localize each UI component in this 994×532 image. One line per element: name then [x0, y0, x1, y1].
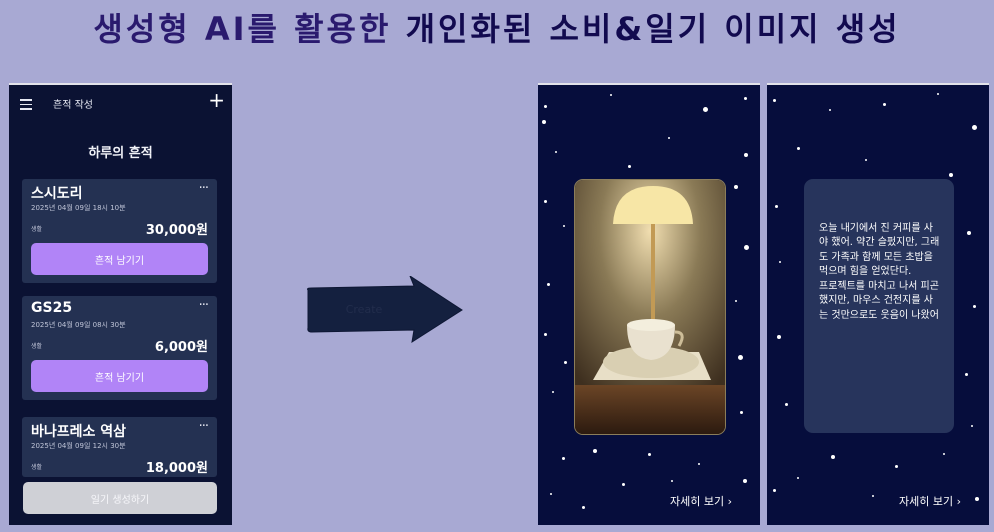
- expense-card[interactable]: 스시도리 ··· 2025년 04월 09일 18시 10분 생활 30,000…: [22, 179, 217, 283]
- left-phone-screen: 흔적 작성 + 하루의 흔적 스시도리 ··· 2025년 04월 09일 18…: [9, 83, 232, 525]
- expense-category: 생활: [31, 226, 43, 233]
- expense-card[interactable]: 바나프레소 역삼 ··· 2025년 04월 09일 12시 30분 생활 18…: [22, 417, 217, 477]
- menu-icon[interactable]: [20, 99, 32, 113]
- topbar-title: 흔적 작성: [53, 100, 93, 111]
- page-headline: 생성형 AI를 활용한 개인화된 소비&일기 이미지 생성: [0, 4, 994, 50]
- expense-date: 2025년 04월 09일 18시 10분: [31, 204, 126, 212]
- section-title: 하루의 흔적: [88, 146, 153, 161]
- diary-image-screen: 자세히 보기 ›: [538, 83, 760, 525]
- expense-amount: 6,000원: [154, 340, 208, 355]
- more-icon[interactable]: ···: [199, 298, 209, 313]
- expense-date: 2025년 04월 09일 08시 30분: [31, 321, 126, 329]
- top-bar: 흔적 작성 +: [9, 85, 232, 123]
- expense-amount: 18,000원: [145, 461, 208, 476]
- more-icon[interactable]: ···: [199, 419, 209, 434]
- view-details-link[interactable]: 자세히 보기 ›: [670, 493, 732, 509]
- expense-category: 생활: [31, 343, 43, 350]
- expense-date: 2025년 04월 09일 12시 30분: [31, 442, 126, 450]
- leave-trace-button[interactable]: 흔적 남기기: [31, 360, 208, 392]
- expense-card[interactable]: GS25 ··· 2025년 04월 09일 08시 30분 생활 6,000원…: [22, 296, 217, 400]
- view-details-link[interactable]: 자세히 보기 ›: [899, 493, 961, 509]
- headline-part1: 생성형 AI를 활용한: [93, 10, 406, 48]
- headline-part2: 개인화된 소비&일기 이미지 생성: [405, 10, 901, 48]
- generated-diary-image: [574, 179, 726, 435]
- merchant-name: GS25: [31, 300, 73, 316]
- merchant-name: 스시도리: [31, 186, 83, 202]
- arrow-label: Create: [346, 303, 383, 316]
- more-icon[interactable]: ···: [199, 181, 209, 196]
- diary-text-card: 오늘 내기에서 진 커피를 사야 했어. 약간 슬펐지만, 그래도 가족과 함께…: [804, 179, 954, 433]
- expense-amount: 30,000원: [145, 223, 208, 238]
- add-icon[interactable]: +: [208, 90, 225, 110]
- diary-text: 오늘 내기에서 진 커피를 사야 했어. 약간 슬펐지만, 그래도 가족과 함께…: [819, 222, 940, 321]
- merchant-name: 바나프레소 역삼: [31, 424, 127, 440]
- leave-trace-button[interactable]: 흔적 남기기: [31, 243, 208, 275]
- diary-text-screen: 오늘 내기에서 진 커피를 사야 했어. 약간 슬펐지만, 그래도 가족과 함께…: [767, 83, 989, 525]
- expense-category: 생활: [31, 464, 43, 471]
- generate-diary-button[interactable]: 일기 생성하기: [23, 482, 217, 514]
- arrow-icon: Create: [307, 276, 463, 344]
